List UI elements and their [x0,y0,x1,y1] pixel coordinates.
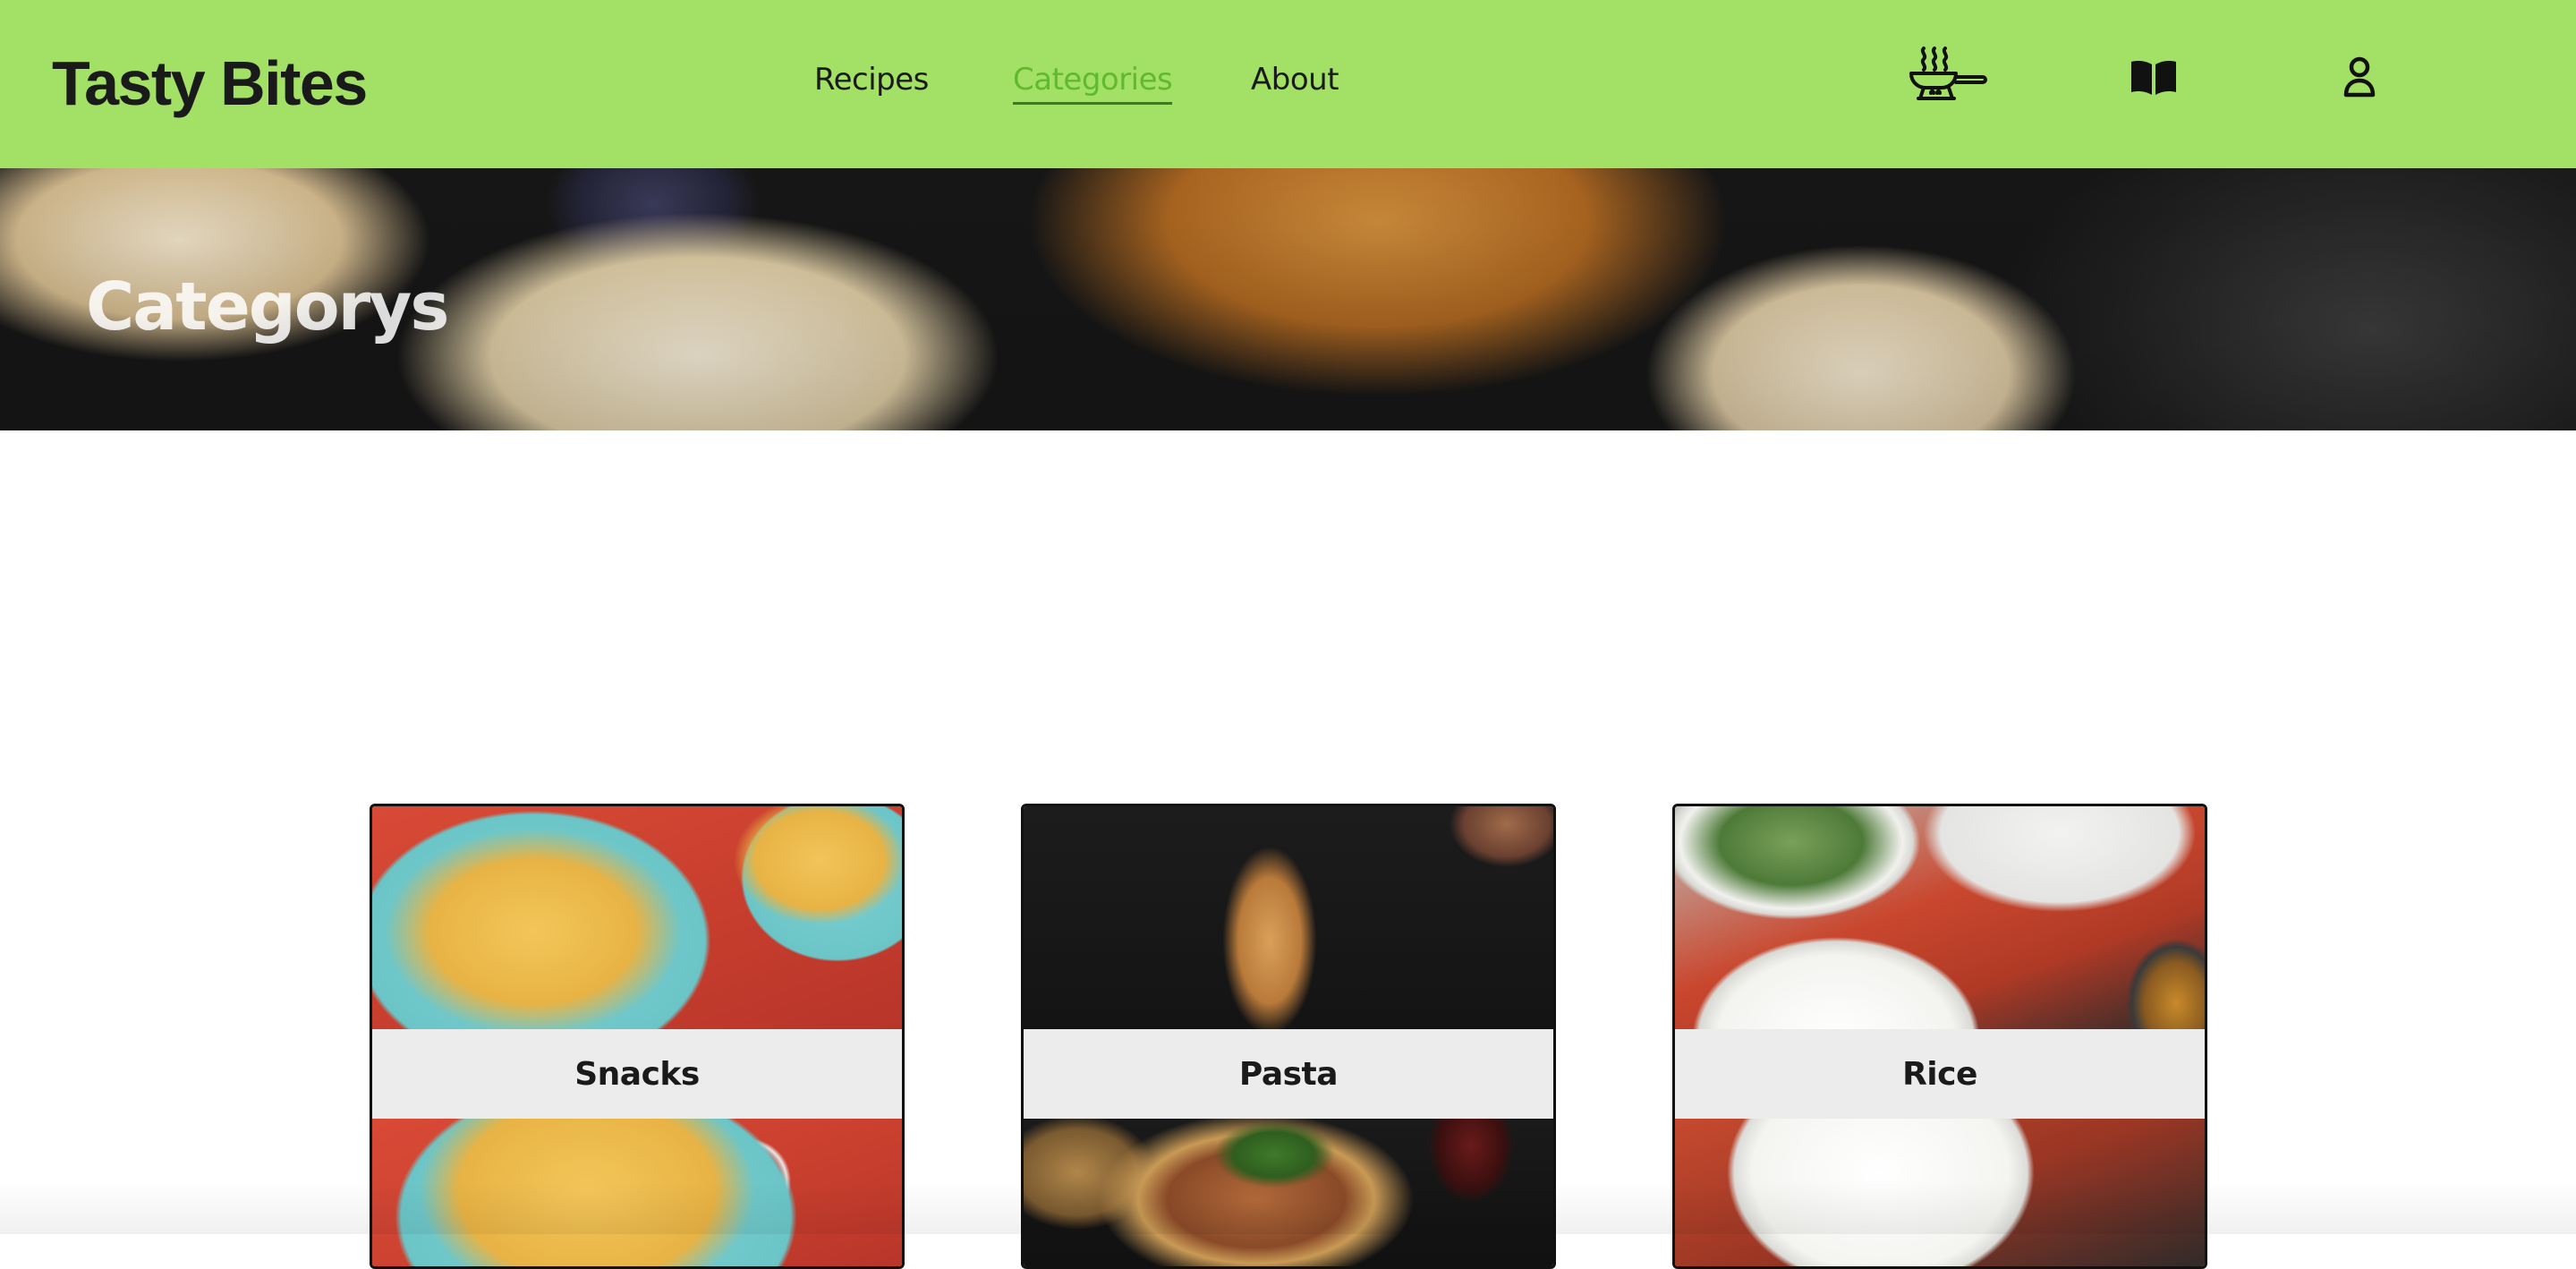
category-label: Rice [1902,1056,1977,1093]
book-icon[interactable] [2130,59,2178,97]
user-icon[interactable] [2342,55,2376,98]
category-label-band: Rice [1675,1029,2205,1119]
nav-link-categories[interactable]: Categories [1013,59,1172,105]
brand-logo-text[interactable]: Tasty Bites [52,43,367,123]
category-card-snacks[interactable]: Snacks [370,804,905,1269]
category-image-snacks [372,806,902,1029]
hero-banner: Categorys [0,168,2576,430]
category-label: Snacks [574,1056,700,1093]
category-image-pasta [1024,806,1553,1029]
category-card-rice[interactable]: Rice [1672,804,2207,1269]
category-label-band: Snacks [372,1029,902,1119]
site-header: Tasty Bites Recipes Categories About [0,0,2576,168]
category-card-pasta[interactable]: Pasta [1021,804,1556,1269]
category-image-snacks-lower [372,1119,902,1269]
category-image-rice-lower [1675,1119,2205,1269]
category-image-rice [1675,806,2205,1029]
page-title: Categorys [86,267,447,347]
category-label: Pasta [1239,1056,1338,1093]
nav-link-recipes[interactable]: Recipes [814,59,929,100]
category-label-band: Pasta [1024,1029,1553,1119]
cooking-pan-icon[interactable] [1908,45,1988,107]
nav-link-about[interactable]: About [1251,59,1339,100]
category-image-pasta-lower [1024,1119,1553,1269]
